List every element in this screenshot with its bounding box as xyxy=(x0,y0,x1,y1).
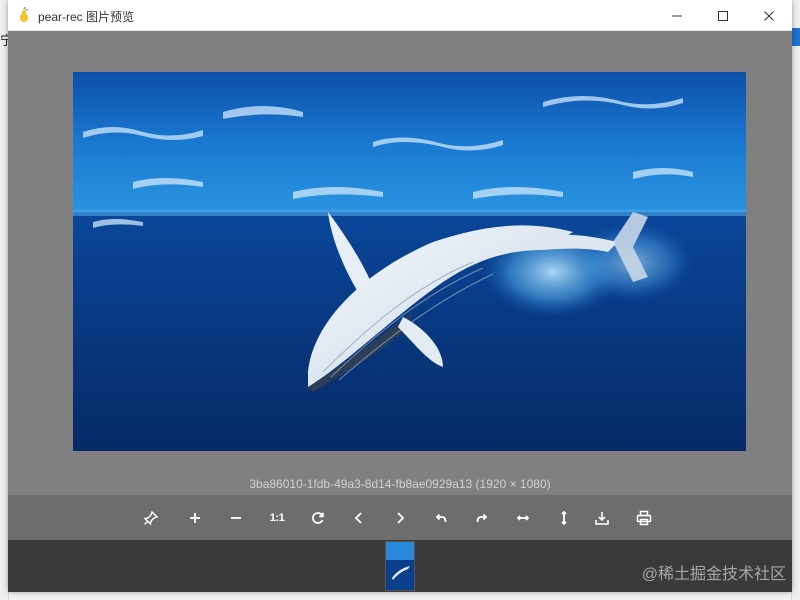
preview-image[interactable] xyxy=(73,72,746,451)
rotate-right-icon xyxy=(476,513,488,523)
pear-icon xyxy=(20,7,28,22)
one-to-one-icon: 1:1 xyxy=(269,512,285,524)
actual-size-button[interactable]: 1:1 xyxy=(266,507,288,529)
background-window-edge-right xyxy=(791,0,800,600)
title-bar[interactable]: pear-rec 图片预览 xyxy=(8,0,792,31)
zoom-out-button[interactable] xyxy=(225,507,247,529)
image-viewer[interactable]: 3ba86010-1fdb-49a3-8d14-fb8ae0929a13 (19… xyxy=(8,31,792,495)
viewer-toolbar: 1:1 xyxy=(8,495,792,540)
chevron-left-icon xyxy=(354,512,362,524)
download-icon xyxy=(595,512,609,525)
print-button[interactable] xyxy=(633,507,655,529)
reset-button[interactable] xyxy=(307,507,329,529)
previous-button[interactable] xyxy=(348,507,370,529)
background-text-fragment: 宁 xyxy=(0,33,8,48)
rotate-right-button[interactable] xyxy=(471,507,493,529)
whale-photo-illustration xyxy=(73,72,746,451)
pin-button[interactable] xyxy=(140,507,162,529)
thumbnail-item[interactable] xyxy=(385,541,415,591)
whale-thumbnail-illustration xyxy=(386,542,414,590)
refresh-icon xyxy=(312,512,324,524)
minimize-icon xyxy=(672,15,682,16)
watermark-text: @稀土掘金技术社区 xyxy=(641,566,786,583)
flip-vertical-icon xyxy=(561,510,567,526)
rotate-left-button[interactable] xyxy=(430,507,452,529)
pin-icon xyxy=(143,510,159,526)
image-caption: 3ba86010-1fdb-49a3-8d14-fb8ae0929a13 (19… xyxy=(249,477,551,491)
zoom-in-button[interactable] xyxy=(184,507,206,529)
maximize-button[interactable] xyxy=(700,0,746,31)
close-icon xyxy=(764,10,774,21)
rotate-left-icon xyxy=(435,513,447,523)
plus-icon xyxy=(190,513,200,523)
image-preview-window: pear-rec 图片预览 3ba86010-1fdb-49a3-8d14-fb… xyxy=(8,0,792,592)
minimize-button[interactable] xyxy=(654,0,700,31)
minus-icon xyxy=(231,517,241,519)
flip-horizontal-button[interactable] xyxy=(512,507,534,529)
close-button[interactable] xyxy=(746,0,792,31)
flip-vertical-button[interactable] xyxy=(553,507,575,529)
background-link-fragment xyxy=(792,28,800,46)
maximize-icon xyxy=(718,10,728,21)
chevron-right-icon xyxy=(397,512,405,524)
flip-horizontal-icon xyxy=(516,515,530,521)
next-button[interactable] xyxy=(389,507,411,529)
download-button[interactable] xyxy=(591,507,613,529)
printer-icon xyxy=(636,510,652,526)
window-title: pear-rec 图片预览 xyxy=(38,10,135,24)
